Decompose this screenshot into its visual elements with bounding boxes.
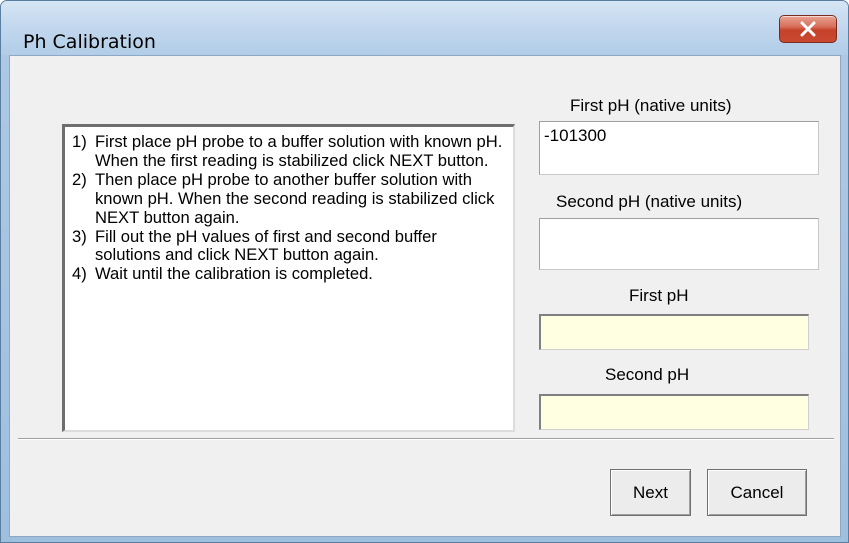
cancel-button[interactable]: Cancel — [707, 469, 807, 516]
instruction-step: 1) First place pH probe to a buffer solu… — [72, 132, 505, 171]
instruction-step: 4) Wait until the calibration is complet… — [72, 264, 505, 284]
second-native-label: Second pH (native units) — [556, 192, 743, 211]
instruction-step: 3) Fill out the pH values of first and s… — [72, 226, 505, 266]
step-text: Then place pH probe to another buffer so… — [95, 169, 495, 227]
first-native-input[interactable] — [539, 121, 819, 175]
ph-calibration-window: Ph Calibration 1) First place pH probe t… — [0, 0, 849, 543]
first-native-label: First pH (native units) — [570, 96, 732, 115]
step-number: 1) — [72, 132, 87, 151]
first-ph-input[interactable] — [539, 314, 809, 350]
title-bar[interactable]: Ph Calibration — [1, 1, 848, 55]
second-ph-label: Second pH — [605, 365, 690, 384]
first-ph-label: First pH — [629, 286, 689, 305]
second-native-input[interactable] — [539, 218, 819, 270]
instructions-box: 1) First place pH probe to a buffer solu… — [62, 124, 515, 432]
instruction-step: 2) Then place pH probe to another buffer… — [72, 169, 505, 228]
dialog-body: 1) First place pH probe to a buffer solu… — [9, 55, 841, 537]
close-button[interactable] — [779, 15, 837, 43]
step-number: 4) — [72, 264, 87, 284]
step-text: First place pH probe to a buffer solutio… — [95, 132, 503, 170]
step-number: 3) — [72, 226, 87, 246]
step-text: Fill out the pH values of first and seco… — [95, 226, 437, 265]
step-text: Wait until the calibration is completed. — [95, 264, 373, 284]
window-title: Ph Calibration — [23, 31, 156, 53]
step-number: 2) — [72, 169, 87, 189]
button-separator — [18, 438, 834, 440]
close-icon — [800, 21, 816, 37]
next-button[interactable]: Next — [610, 469, 691, 516]
second-ph-input[interactable] — [539, 394, 809, 430]
